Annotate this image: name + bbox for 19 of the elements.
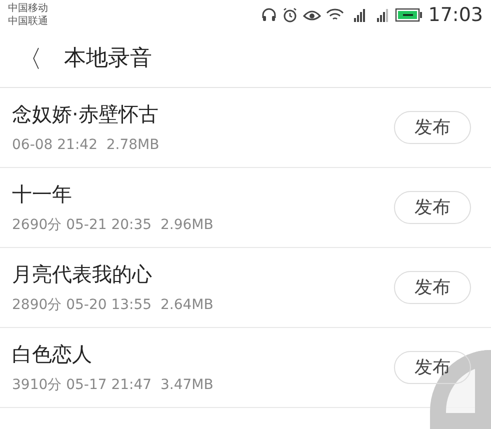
recording-title: 十一年 bbox=[12, 181, 73, 208]
publish-button[interactable]: 发布 bbox=[394, 111, 471, 144]
back-button[interactable]: 〈 bbox=[18, 40, 42, 76]
publish-button[interactable]: 发布 bbox=[394, 191, 471, 224]
recording-details: 2690分 05-21 20:35 2.96MB bbox=[12, 216, 214, 235]
headphones-icon bbox=[261, 7, 278, 23]
publish-button[interactable]: 发布 bbox=[394, 271, 471, 304]
battery-icon bbox=[395, 8, 424, 22]
carrier-name: 中国联通 bbox=[8, 15, 48, 28]
recording-details: 3910分 05-17 21:47 3.47MB bbox=[12, 376, 214, 395]
recording-title: 念奴娇·赤壁怀古 bbox=[12, 101, 160, 128]
recording-title: 白色恋人 bbox=[12, 341, 93, 368]
alarm-icon bbox=[282, 7, 298, 23]
recording-details: 2890分 05-20 13:55 2.64MB bbox=[12, 296, 214, 315]
carrier-name: 中国移动 bbox=[8, 2, 48, 15]
page-title: 本地录音 bbox=[64, 45, 152, 73]
recording-title: 月亮代表我的心 bbox=[12, 261, 153, 288]
clock-time: 17:03 bbox=[428, 2, 483, 28]
recording-details: 06-08 21:42 2.78MB bbox=[12, 136, 160, 155]
